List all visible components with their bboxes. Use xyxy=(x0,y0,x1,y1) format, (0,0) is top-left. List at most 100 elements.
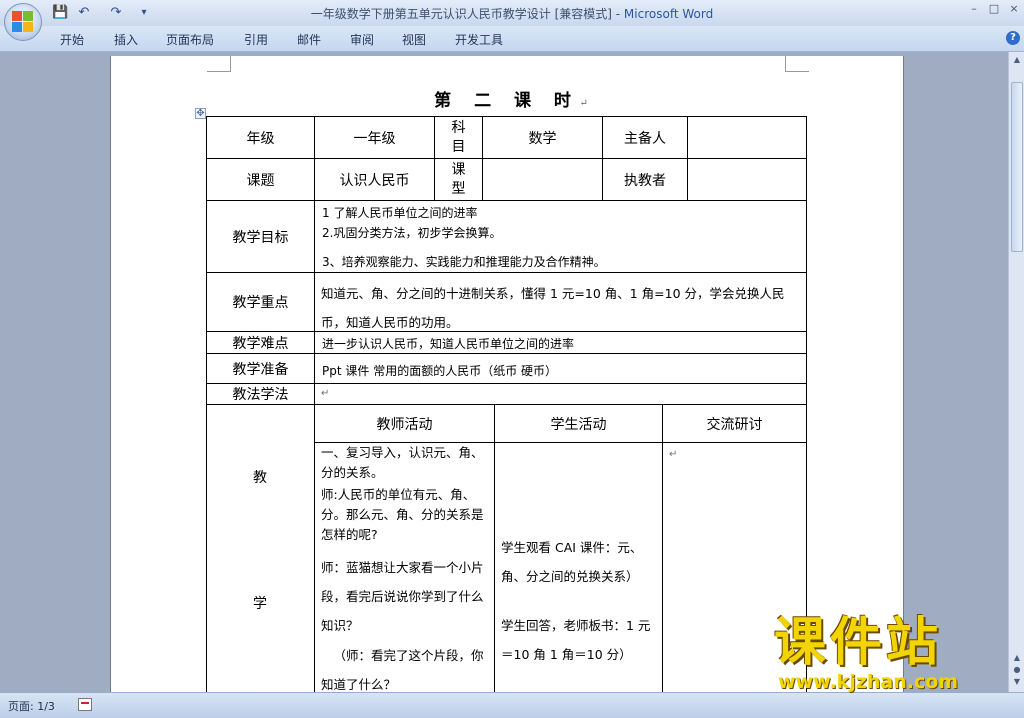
teacher-activity-4: （师：看完了这个片段，你知道了什么？ xyxy=(321,648,484,692)
header-discussion: 交流研讨 xyxy=(706,416,763,433)
tab-home[interactable]: 开始 xyxy=(60,31,84,48)
cell-difficulty-content[interactable]: 进一步认识人民币，知道人民币单位之间的进率 xyxy=(314,331,807,354)
header-teacher-activity: 教师活动 xyxy=(376,416,433,433)
cell-prep-label[interactable]: 教学准备 xyxy=(206,353,315,384)
window-title: 一年级数学下册第五单元认识人民币教学设计 [兼容模式] - Microsoft … xyxy=(0,5,1024,22)
title-bar: 💾 ↶ ↷ ▾ 一年级数学下册第五单元认识人民币教学设计 [兼容模式] - Mi… xyxy=(0,0,1024,41)
cell-prep-content[interactable]: Ppt 课件 常用的面额的人民币（纸币 硬币） xyxy=(314,353,807,384)
document-title: 一年级数学下册第五单元认识人民币教学设计 [兼容模式] - xyxy=(310,7,624,21)
office-button[interactable] xyxy=(4,3,42,41)
prep-text: Ppt 课件 常用的面额的人民币（纸币 硬币） xyxy=(322,364,558,378)
goal-line-2: 2.巩固分类方法，初步学会换算。 xyxy=(322,226,502,240)
maximize-button[interactable]: □ xyxy=(986,2,1002,16)
key-text: 知道元、角、分之间的十进制关系，懂得 1 元=10 角、1 角=10 分，学会兑… xyxy=(321,286,785,330)
scroll-select-browse-icon[interactable]: ● xyxy=(1011,664,1023,676)
scroll-prev-page-icon[interactable]: ▲ xyxy=(1011,652,1023,664)
subject-value: 数学 xyxy=(528,130,557,147)
teacher-activity-3: 师：蓝猫想让大家看一个小片段，看完后说说你学到了什么知识？ xyxy=(321,560,484,633)
cell-lead-preparer-label[interactable]: 主备人 xyxy=(602,116,688,159)
tab-developer[interactable]: 开发工具 xyxy=(455,31,503,48)
status-bar: 页面: 1/3 xyxy=(0,692,1024,718)
cell-method-content[interactable]: ↵ xyxy=(314,383,807,405)
watermark-logo: 课件站 www.kjzhan.com xyxy=(768,615,1008,695)
goal-label: 教学目标 xyxy=(232,229,289,246)
close-button[interactable]: × xyxy=(1006,2,1022,16)
method-label: 教法学法 xyxy=(232,387,289,403)
student-activity-1: 学生观看 CAI 课件：元、角、分之间的兑换关系） xyxy=(501,540,643,584)
app-name: Microsoft Word xyxy=(623,7,714,21)
cell-lesson-type-label[interactable]: 课型 xyxy=(434,158,483,201)
cell-teacher-value[interactable] xyxy=(687,158,807,201)
help-icon[interactable]: ? xyxy=(1006,31,1020,45)
tab-view[interactable]: 视图 xyxy=(402,31,426,48)
ribbon-tabs: 开始 插入 页面布局 引用 邮件 审阅 视图 开发工具 ? xyxy=(0,26,1024,52)
table-move-handle-icon[interactable]: ✥ xyxy=(195,108,206,119)
cell-topic-label[interactable]: 课题 xyxy=(206,158,315,201)
grade-value: 一年级 xyxy=(353,130,396,147)
crop-mark-right xyxy=(785,56,809,72)
discussion-paragraph-mark: ↵ xyxy=(669,449,678,460)
cell-goal-label[interactable]: 教学目标 xyxy=(206,200,315,273)
tab-page-layout[interactable]: 页面布局 xyxy=(166,31,214,48)
spell-check-icon[interactable] xyxy=(78,698,92,711)
tab-mailings[interactable]: 邮件 xyxy=(297,31,321,48)
scroll-thumb[interactable] xyxy=(1011,82,1023,252)
tab-insert[interactable]: 插入 xyxy=(114,31,138,48)
lesson-type-label-2: 型 xyxy=(451,180,466,197)
cell-method-label[interactable]: 教法学法 xyxy=(206,383,315,405)
watermark-url: www.kjzhan.com xyxy=(778,671,959,693)
student-activity-2: 学生回答，老师板书：1 元＝10 角 1 角＝10 分） xyxy=(501,618,651,662)
tab-review[interactable]: 审阅 xyxy=(350,31,374,48)
document-area: 第 二 课 时↵ ✥ 年级 一年级 科目 数学 主备人 课题 认识人民币 课型 … xyxy=(0,52,1008,692)
cell-grade-value[interactable]: 一年级 xyxy=(314,116,435,159)
method-paragraph-mark: ↵ xyxy=(321,388,330,399)
prep-label: 教学准备 xyxy=(232,361,289,378)
teacher-activity-2: 师:人民币的单位有元、角、分。那么元、角、分的关系是怎样的呢? xyxy=(321,487,484,542)
cell-subject-value[interactable]: 数学 xyxy=(482,116,603,159)
process-char-1: 教 xyxy=(253,470,267,486)
vertical-scrollbar[interactable]: ▲ ▲ ● ▼ xyxy=(1008,52,1024,692)
cell-subject-label[interactable]: 科目 xyxy=(434,116,483,159)
page-heading: 第 二 课 时↵ xyxy=(411,86,611,111)
topic-value: 认识人民币 xyxy=(339,172,410,189)
cell-teacher-label[interactable]: 执教者 xyxy=(602,158,688,201)
minimize-button[interactable]: – xyxy=(966,2,982,16)
cell-difficulty-label[interactable]: 教学难点 xyxy=(206,331,315,354)
process-char-2: 学 xyxy=(253,596,267,612)
cell-goal-content[interactable]: 1 了解人民币单位之间的进率 2.巩固分类方法，初步学会换算。 3、培养观察能力… xyxy=(314,200,807,273)
cell-key-content[interactable]: 知道元、角、分之间的十进制关系，懂得 1 元=10 角、1 角=10 分，学会兑… xyxy=(314,272,807,332)
cell-lesson-type-value[interactable] xyxy=(482,158,603,201)
topic-label: 课题 xyxy=(246,172,275,189)
teacher-activity-1: 一、复习导入，认识元、角、分的关系。 xyxy=(321,445,484,480)
grade-label: 年级 xyxy=(246,130,275,147)
cell-header-teacher[interactable]: 教师活动 xyxy=(314,404,495,443)
cell-grade-label[interactable]: 年级 xyxy=(206,116,315,159)
subject-label-2: 目 xyxy=(451,138,466,155)
teacher-label: 执教者 xyxy=(624,172,666,189)
page-counter[interactable]: 页面: 1/3 xyxy=(8,698,55,714)
heading-text: 第 二 课 时 xyxy=(434,91,580,111)
cell-key-label[interactable]: 教学重点 xyxy=(206,272,315,332)
cell-teacher-activity[interactable]: 一、复习导入，认识元、角、分的关系。 师:人民币的单位有元、角、分。那么元、角、… xyxy=(314,442,495,692)
tab-references[interactable]: 引用 xyxy=(244,31,268,48)
goal-line-3: 3、培养观察能力、实践能力和推理能力及合作精神。 xyxy=(322,255,606,269)
cell-process-label[interactable]: 教 学 xyxy=(206,404,315,692)
crop-mark-left xyxy=(207,56,231,72)
scroll-up-icon[interactable]: ▲ xyxy=(1011,54,1023,66)
difficulty-label: 教学难点 xyxy=(232,335,289,352)
cell-header-discussion[interactable]: 交流研讨 xyxy=(662,404,807,443)
lead-preparer-label: 主备人 xyxy=(624,130,666,147)
lesson-type-label-1: 课 xyxy=(451,161,466,178)
difficulty-text: 进一步认识人民币，知道人民币单位之间的进率 xyxy=(322,337,575,351)
scroll-next-page-icon[interactable]: ▼ xyxy=(1011,676,1023,688)
cell-topic-value[interactable]: 认识人民币 xyxy=(314,158,435,201)
office-logo-icon xyxy=(12,11,34,33)
document-page[interactable]: 第 二 课 时↵ ✥ 年级 一年级 科目 数学 主备人 课题 认识人民币 课型 … xyxy=(110,56,904,692)
subject-label-1: 科 xyxy=(451,119,466,136)
cell-student-activity[interactable]: 学生观看 CAI 课件：元、角、分之间的兑换关系） 学生回答，老师板书：1 元＝… xyxy=(494,442,663,692)
header-student-activity: 学生活动 xyxy=(550,416,607,433)
cell-header-student[interactable]: 学生活动 xyxy=(494,404,663,443)
cell-lead-preparer-value[interactable] xyxy=(687,116,807,159)
goal-line-1: 1 了解人民币单位之间的进率 xyxy=(322,206,478,220)
paragraph-mark: ↵ xyxy=(579,98,588,109)
